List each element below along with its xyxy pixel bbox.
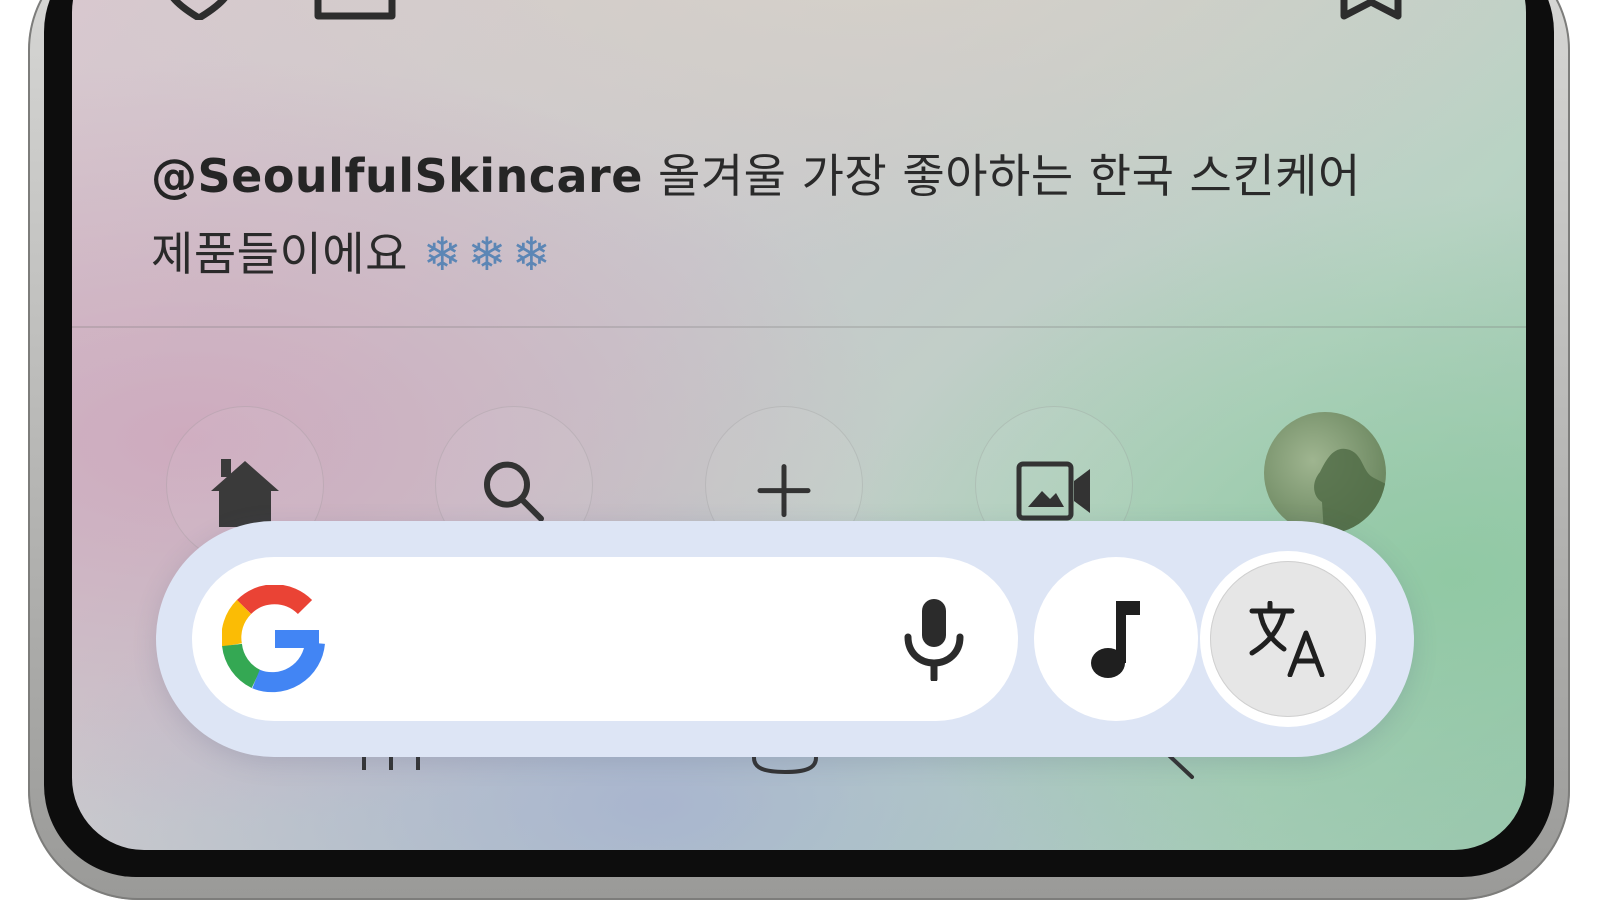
avatar-silhouette — [1314, 448, 1386, 534]
post-handle[interactable]: @SeoulfulSkincare — [151, 149, 643, 203]
music-note-icon — [1091, 601, 1140, 678]
like-heart-icon[interactable] — [164, 0, 234, 20]
divider — [72, 326, 1526, 328]
post-caption: @SeoulfulSkincare 올겨울 가장 좋아하는 한국 스킨케어 제품… — [151, 137, 1401, 293]
search-icon — [484, 461, 544, 522]
search-input[interactable] — [192, 557, 1018, 721]
mic-icon[interactable] — [892, 597, 976, 681]
comment-icon[interactable] — [314, 0, 396, 20]
add-icon — [757, 464, 811, 518]
reels-icon — [1016, 461, 1090, 521]
search-bar — [156, 521, 1414, 757]
profile-avatar[interactable] — [1264, 412, 1386, 534]
translate-icon — [1249, 601, 1325, 677]
translate-button-inner — [1210, 561, 1366, 717]
translate-button[interactable] — [1200, 551, 1376, 727]
home-icon — [211, 459, 279, 527]
song-search-button[interactable] — [1034, 557, 1198, 721]
bookmark-icon[interactable] — [1340, 0, 1402, 20]
google-g-logo — [222, 585, 325, 693]
snowflake-emojis: ❄❄❄ — [423, 227, 557, 281]
